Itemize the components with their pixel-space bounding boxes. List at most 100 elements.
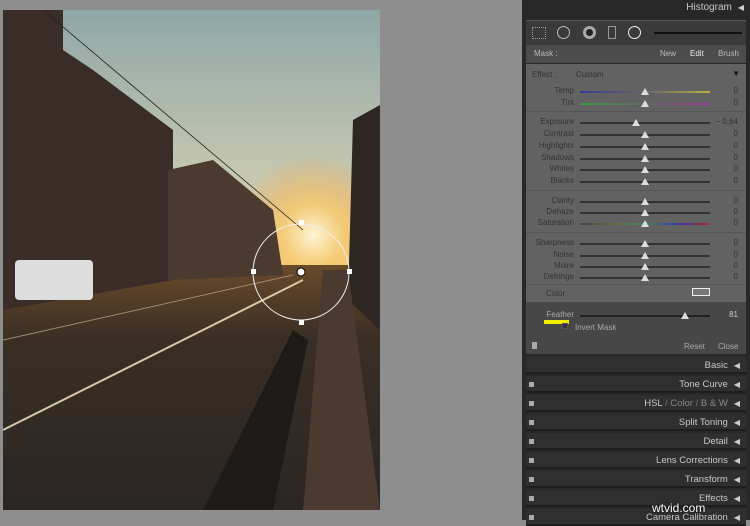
slider-value[interactable]: 0 <box>734 98 738 107</box>
slider-track[interactable] <box>580 274 710 281</box>
slider-track[interactable] <box>580 263 710 270</box>
color-swatch[interactable] <box>692 288 710 296</box>
slider-thumb[interactable] <box>641 143 649 150</box>
mask-edit-button[interactable]: Edit <box>690 49 704 58</box>
slider-track[interactable] <box>580 131 710 138</box>
collapse-triangle-icon[interactable]: ◀ <box>734 494 740 503</box>
mask-brush-button[interactable]: Brush <box>718 49 739 58</box>
section-toggle-switch[interactable] <box>529 401 534 406</box>
feather-slider[interactable] <box>580 312 710 319</box>
slider-value[interactable]: 0 <box>734 164 738 173</box>
slider-value[interactable]: 0 <box>734 261 738 270</box>
effect-preset-dropdown[interactable]: Custom <box>576 70 604 79</box>
invert-mask-label[interactable]: Invert Mask <box>575 323 616 332</box>
section-toggle-switch[interactable] <box>529 439 534 444</box>
mask-new-button[interactable]: New <box>660 49 676 58</box>
slider-thumb[interactable] <box>641 88 649 95</box>
section-toggle-switch[interactable] <box>529 458 534 463</box>
collapse-triangle-icon[interactable]: ◀ <box>734 437 740 446</box>
slider-thumb[interactable] <box>641 198 649 205</box>
section-toggle-switch[interactable] <box>529 496 534 501</box>
slider-thumb[interactable] <box>641 209 649 216</box>
slider-thumb[interactable] <box>641 100 649 107</box>
slider-thumb[interactable] <box>641 274 649 281</box>
slider-track[interactable] <box>580 155 710 162</box>
slider-track[interactable] <box>580 198 710 205</box>
section-split-toning[interactable]: Split Toning ◀ <box>526 414 746 431</box>
slider-value[interactable]: 0 <box>734 141 738 150</box>
section-toggle-switch[interactable] <box>529 420 534 425</box>
collapse-triangle-icon[interactable]: ◀ <box>734 361 740 370</box>
slider-track[interactable] <box>580 100 710 107</box>
radial-filter-icon[interactable] <box>628 26 641 39</box>
watermark: wtvid.com <box>652 501 706 515</box>
crop-grid-icon[interactable] <box>532 27 546 39</box>
slider-row-contrast: Contrast 0 <box>526 129 746 140</box>
slider-thumb[interactable] <box>641 131 649 138</box>
section-basic[interactable]: Basic ◀ <box>526 357 746 374</box>
slider-value[interactable]: − 0,64 <box>716 117 738 126</box>
collapse-triangle-icon[interactable]: ◀ <box>734 399 740 408</box>
slider-thumb[interactable] <box>641 252 649 259</box>
spot-removal-icon[interactable] <box>557 26 570 39</box>
slider-value[interactable]: 0 <box>734 129 738 138</box>
slider-label: Defringe <box>543 272 574 281</box>
slider-track[interactable] <box>580 209 710 216</box>
collapse-triangle-icon[interactable]: ◀ <box>734 475 740 484</box>
slider-value[interactable]: 0 <box>734 153 738 162</box>
histogram-header[interactable]: Histogram ◀ <box>686 2 744 13</box>
section-camera-calibration[interactable]: Camera Calibration ◀ <box>526 509 746 526</box>
hsl-tab[interactable]: HSL <box>644 398 662 409</box>
collapse-triangle-icon[interactable]: ◀ <box>734 513 740 522</box>
slider-value[interactable]: 0 <box>734 218 738 227</box>
collapse-triangle-icon[interactable]: ◀ <box>738 3 744 12</box>
slider-track[interactable] <box>580 178 710 185</box>
red-eye-icon[interactable] <box>583 26 596 39</box>
slider-track[interactable] <box>580 240 710 247</box>
slider-value[interactable]: 0 <box>734 250 738 259</box>
slider-thumb[interactable] <box>641 220 649 227</box>
section-detail[interactable]: Detail ◀ <box>526 433 746 450</box>
graduated-filter-icon[interactable] <box>608 26 616 39</box>
slider-thumb[interactable] <box>641 263 649 270</box>
section-toggle-switch[interactable] <box>529 477 534 482</box>
section-transform[interactable]: Transform ◀ <box>526 471 746 488</box>
effect-menu-triangle-icon[interactable]: ▼ <box>732 69 740 78</box>
collapse-triangle-icon[interactable]: ◀ <box>734 418 740 427</box>
section-effects[interactable]: Effects ◀ <box>526 490 746 507</box>
section-hsl[interactable]: HSL / Color / B & W ◀ <box>526 395 746 412</box>
slider-value[interactable]: 0 <box>734 238 738 247</box>
feather-thumb[interactable] <box>681 312 690 319</box>
section-toggle-switch[interactable] <box>529 382 534 387</box>
slider-track[interactable] <box>580 119 710 126</box>
section-tone-curve[interactable]: Tone Curve ◀ <box>526 376 746 393</box>
slider-thumb[interactable] <box>641 178 649 185</box>
reset-button[interactable]: Reset <box>684 342 705 351</box>
collapse-triangle-icon[interactable]: ◀ <box>734 456 740 465</box>
slider-value[interactable]: 0 <box>734 86 738 95</box>
photo-canvas[interactable] <box>3 10 380 510</box>
close-button[interactable]: Close <box>718 342 738 351</box>
slider-value[interactable]: 0 <box>734 176 738 185</box>
section-lens-corrections[interactable]: Lens Corrections ◀ <box>526 452 746 469</box>
brush-size-slider[interactable] <box>654 32 742 34</box>
section-toggle-switch[interactable] <box>529 515 534 520</box>
slider-value[interactable]: 0 <box>734 196 738 205</box>
slider-thumb[interactable] <box>641 240 649 247</box>
bw-tab[interactable]: B & W <box>701 398 728 409</box>
slider-track[interactable] <box>580 252 710 259</box>
slider-thumb[interactable] <box>641 155 649 162</box>
slider-track[interactable] <box>580 88 710 95</box>
slider-thumb[interactable] <box>641 166 649 173</box>
panel-toggle-switch[interactable] <box>532 342 537 349</box>
invert-mask-checkbox[interactable] <box>562 323 568 329</box>
slider-track[interactable] <box>580 220 710 227</box>
slider-track[interactable] <box>580 143 710 150</box>
slider-value[interactable]: 0 <box>734 272 738 281</box>
slider-thumb[interactable] <box>631 119 640 126</box>
slider-value[interactable]: 0 <box>734 207 738 216</box>
feather-value[interactable]: 81 <box>729 310 738 319</box>
slider-track[interactable] <box>580 166 710 173</box>
color-tab[interactable]: Color <box>670 398 693 409</box>
collapse-triangle-icon[interactable]: ◀ <box>734 380 740 389</box>
